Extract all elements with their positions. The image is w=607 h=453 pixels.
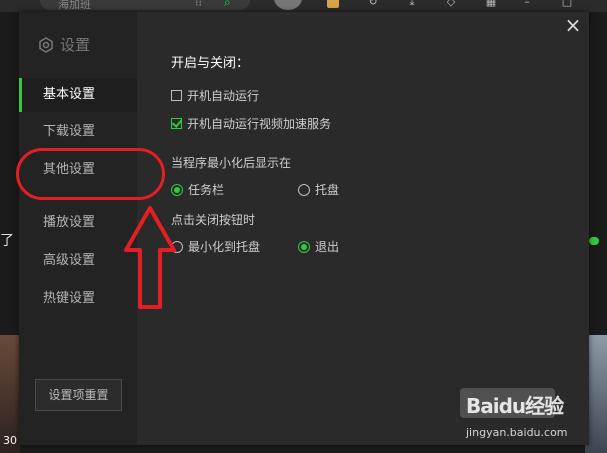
watermark-logo: Baidu经验: [466, 394, 564, 418]
sidebar-title: 设置: [60, 36, 91, 54]
minimize-group-label: 当程序最小化后显示在: [171, 156, 292, 170]
background-thumbnail-left[interactable]: 30: [0, 335, 20, 453]
close-button[interactable]: ×: [562, 14, 584, 36]
nav-basic-settings[interactable]: 基本设置: [19, 78, 137, 112]
autostart-option[interactable]: 开机自动运行: [171, 87, 259, 104]
close-exit-radio[interactable]: [298, 240, 310, 253]
minimize-tray-radio[interactable]: [298, 183, 310, 196]
background-text: 了: [0, 233, 14, 249]
minimize-taskbar-label: 任务栏: [188, 183, 225, 197]
minimize-taskbar-option[interactable]: 任务栏: [171, 181, 224, 198]
maximize-icon[interactable]: □: [560, 0, 574, 8]
section-title: 开启与关闭：: [171, 56, 250, 71]
annotation-up-arrow: [124, 206, 176, 309]
close-exit-label: 退出: [315, 240, 340, 254]
menu-icon[interactable]: ▦: [484, 0, 498, 8]
search-icon[interactable]: ⌕: [224, 0, 231, 10]
reset-settings-button[interactable]: 设置项重置: [35, 379, 122, 411]
minimize-tray-option[interactable]: 托盘: [298, 181, 339, 198]
history-icon[interactable]: ↻: [366, 0, 380, 8]
status-dot: [589, 237, 599, 245]
close-minimize-option[interactable]: 最小化到托盘: [171, 238, 260, 255]
download-icon[interactable]: ⤓: [405, 0, 419, 8]
autostart-accelerator-checkbox[interactable]: [171, 118, 182, 129]
autostart-label: 开机自动运行: [187, 89, 260, 103]
avatar[interactable]: [274, 0, 302, 10]
gear-icon: [39, 36, 53, 53]
thumbnail-number: 30: [3, 434, 17, 447]
vip-icon[interactable]: [327, 0, 339, 8]
autostart-accelerator-label: 开机自动运行视频加速服务: [187, 117, 332, 131]
app-toolbar: 海加班 ⁝⁝ ⌕ ↻ ⤓ ◇ ▦ – □: [0, 0, 607, 12]
settings-sidebar: 设置 基本设置 下载设置 其他设置 播放设置 高级设置 热键设置 设置项重置: [19, 12, 137, 445]
nav-download-settings[interactable]: 下载设置: [19, 115, 137, 149]
sidebar-header: 设置: [38, 34, 90, 55]
close-minimize-label: 最小化到托盘: [188, 240, 261, 254]
nav-hotkey-settings[interactable]: 热键设置: [19, 282, 137, 316]
skin-icon[interactable]: ◇: [444, 0, 458, 8]
autostart-checkbox[interactable]: [171, 90, 182, 101]
settings-dialog: 设置 基本设置 下载设置 其他设置 播放设置 高级设置 热键设置 设置项重置 ×…: [19, 12, 589, 445]
minimize-tray-label: 托盘: [315, 183, 340, 197]
close-group-label: 点击关闭按钮时: [171, 213, 256, 227]
annotation-highlight-oval: [16, 148, 165, 200]
grid-icon[interactable]: ⁝⁝: [195, 0, 202, 9]
minimize-icon[interactable]: –: [520, 0, 534, 8]
watermark-url: jingyan.baidu.com: [466, 426, 568, 439]
minimize-taskbar-radio[interactable]: [171, 183, 183, 196]
autostart-accelerator-option[interactable]: 开机自动运行视频加速服务: [171, 115, 331, 132]
search-placeholder: 海加班: [58, 0, 91, 11]
close-exit-option[interactable]: 退出: [298, 238, 339, 255]
nav-advanced-settings[interactable]: 高级设置: [19, 244, 137, 278]
nav-playback-settings[interactable]: 播放设置: [19, 206, 137, 240]
